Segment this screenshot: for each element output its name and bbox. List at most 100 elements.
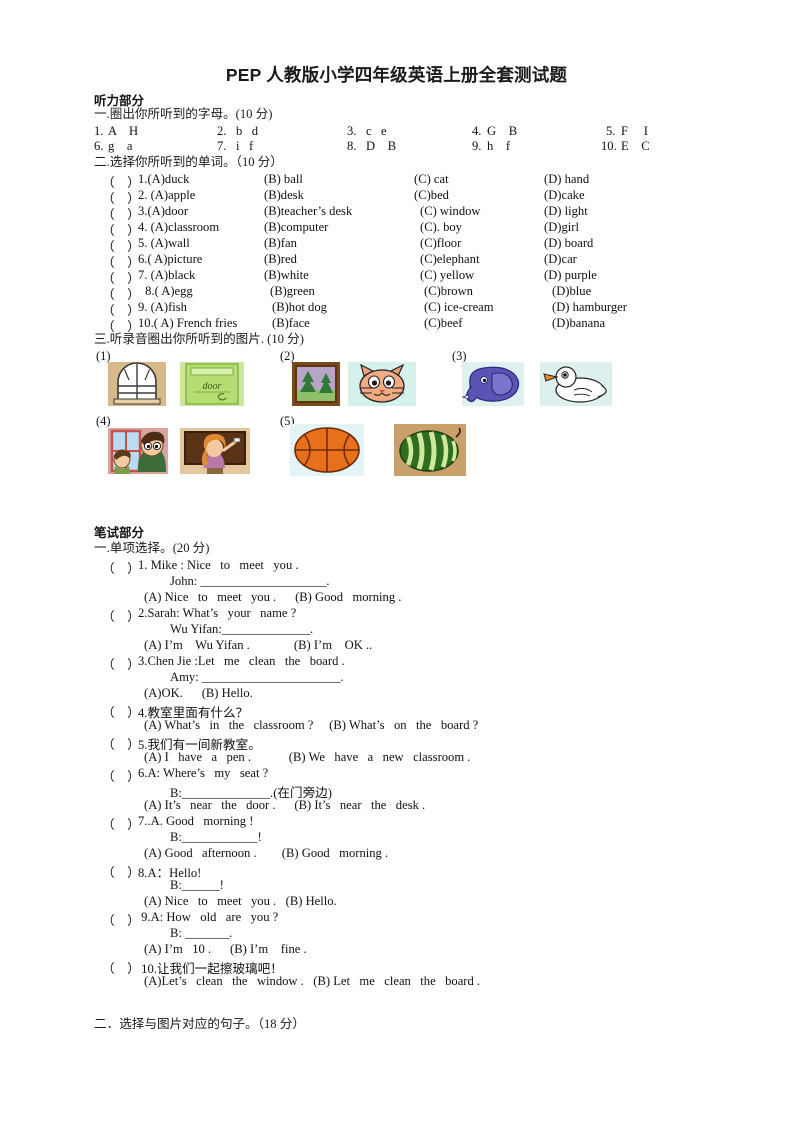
opt-b-5[interactable]: (B)fan — [264, 236, 297, 251]
written-q2-prompt: 二．选择与图片对应的句子。（18 分） — [94, 1017, 305, 1031]
svg-text:door: door — [203, 381, 222, 392]
opt-b-1[interactable]: (B) ball — [264, 172, 303, 187]
opt-b-7[interactable]: (B)white — [264, 268, 309, 283]
opt-d-6[interactable]: (D)car — [544, 252, 577, 267]
opt-c-9[interactable]: (C) ice-cream — [424, 300, 494, 315]
opt-b-2[interactable]: (B)desk — [264, 188, 304, 203]
opt-d-8[interactable]: (D)blue — [552, 284, 591, 299]
letter-item-8-choices[interactable]: D B — [366, 139, 396, 154]
letter-item-3-num[interactable]: 3. — [347, 124, 356, 139]
opt-d-2[interactable]: (D)cake — [544, 188, 585, 203]
letter-item-6-choices[interactable]: g a — [108, 139, 132, 154]
letter-item-2-choices[interactable]: b d — [236, 124, 258, 139]
opt-c-2[interactable]: (C)bed — [414, 188, 449, 203]
letter-item-3-choices[interactable]: c e — [366, 124, 387, 139]
elephant-icon[interactable] — [462, 362, 524, 406]
letter-item-5-choices[interactable]: F I — [621, 124, 648, 139]
written-item-8-opts[interactable]: (A) Nice to meet you . (B) Hello. — [144, 894, 337, 909]
opt-b-6[interactable]: (B)red — [264, 252, 297, 267]
written-item-1-stem: 1. Mike : Nice to meet you . — [138, 558, 299, 572]
opt-c-3[interactable]: (C) window — [420, 204, 481, 219]
letter-item-7-choices[interactable]: i f — [236, 139, 253, 154]
listening-q1-prompt: 一.圈出你所听到的字母。(10 分) — [94, 107, 273, 121]
letter-item-8-num[interactable]: 8. — [347, 139, 356, 154]
written-item-8-stem2[interactable]: B:______! — [170, 878, 224, 893]
written-item-9-stem2[interactable]: B: _______. — [170, 926, 232, 941]
opt-a-5[interactable]: 5. (A)wall — [138, 236, 190, 251]
opt-d-9[interactable]: (D) hamburger — [552, 300, 627, 315]
opt-a-9[interactable]: 9. (A)fish — [138, 300, 187, 315]
opt-c-10[interactable]: (C)beef — [424, 316, 462, 331]
opt-c-5[interactable]: (C)floor — [420, 236, 461, 251]
opt-b-9[interactable]: (B)hot dog — [272, 300, 327, 315]
written-item-10-opts[interactable]: (A)Let’s clean the window . (B) Let me c… — [144, 974, 480, 989]
written-item-7-stem2[interactable]: B:____________! — [170, 830, 262, 845]
cat-face-icon[interactable] — [348, 362, 416, 406]
opt-b-4[interactable]: (B)computer — [264, 220, 328, 235]
written-item-2-opts[interactable]: (A) I’m Wu Yifan . (B) I’m OK .. — [144, 638, 372, 653]
boy-looking-out-window-icon[interactable] — [108, 428, 168, 474]
opt-d-3[interactable]: (D) light — [544, 204, 588, 219]
opt-d-10[interactable]: (D)banana — [552, 316, 605, 331]
letter-item-4-choices[interactable]: G B — [487, 124, 517, 139]
written-item-2-stem2[interactable]: Wu Yifan:______________. — [170, 622, 313, 637]
listening-q3-prompt: 三.听录音圈出你所听到的图片. (10 分) — [94, 332, 304, 346]
opt-c-6[interactable]: (C)elephant — [420, 252, 479, 267]
watermelon-icon[interactable] — [394, 424, 466, 476]
written-item-1-stem2[interactable]: John: ____________________. — [170, 574, 330, 589]
letter-item-9-num[interactable]: 9. — [472, 139, 481, 154]
opt-b-3[interactable]: (B)teacher’s desk — [264, 204, 352, 219]
written-item-4-opts[interactable]: (A) What’s in the classroom ? (B) What’s… — [144, 718, 478, 733]
opt-d-1[interactable]: (D) hand — [544, 172, 589, 187]
letter-item-9-choices[interactable]: h f — [487, 139, 510, 154]
opt-c-1[interactable]: (C) cat — [414, 172, 449, 187]
letter-item-1-choices[interactable]: A H — [108, 124, 138, 139]
letter-item-5-num[interactable]: 5. — [606, 124, 615, 139]
written-item-9-opts[interactable]: (A) I’m 10 . (B) I’m fine . — [144, 942, 307, 957]
written-item-7-stem: 7..A. Good morning ! — [138, 814, 254, 828]
opt-a-6[interactable]: 6.( A)picture — [138, 252, 202, 267]
letter-item-7-num[interactable]: 7. — [217, 139, 226, 154]
opt-a-4[interactable]: 4. (A)classroom — [138, 220, 219, 235]
written-item-3-stem: 3.Chen Jie :Let me clean the board . — [138, 654, 345, 668]
listening-q2-row-7: （ ） 7. (A)black (B)white (C) yellow (D) … — [94, 268, 734, 286]
opt-c-4[interactable]: (C). boy — [420, 220, 462, 235]
letter-item-2-num[interactable]: 2. — [217, 124, 226, 139]
written-item-5-opts[interactable]: (A) I have a pen . (B) We have a new cla… — [144, 750, 470, 765]
opt-c-7[interactable]: (C) yellow — [420, 268, 474, 283]
basketball-icon[interactable] — [290, 424, 364, 476]
picture-of-trees-icon[interactable] — [292, 362, 340, 406]
listening-q2-row-2: （ ） 2. (A)apple (B)desk (C)bed (D)cake — [94, 188, 734, 206]
listening-q2-row-4: （ ） 4. (A)classroom (B)computer (C). boy… — [94, 220, 734, 238]
opt-b-10[interactable]: (B)face — [272, 316, 310, 331]
letter-item-6-num[interactable]: 6. — [94, 139, 103, 154]
written-item-3-opts[interactable]: (A)OK. (B) Hello. — [144, 686, 253, 701]
opt-c-8[interactable]: (C)brown — [424, 284, 473, 299]
written-item-3-stem2[interactable]: Amy: ______________________. — [170, 670, 344, 685]
door-icon[interactable]: door — [180, 362, 244, 406]
opt-a-3[interactable]: 3.(A)door — [138, 204, 188, 219]
opt-a-10[interactable]: 10.( A) French fries — [138, 316, 237, 331]
letter-item-1-num[interactable]: 1. — [94, 124, 103, 139]
letter-item-10-choices[interactable]: E C — [621, 139, 650, 154]
window-icon[interactable] — [108, 362, 166, 406]
written-item-7-opts[interactable]: (A) Good afternoon . (B) Good morning . — [144, 846, 388, 861]
opt-a-7[interactable]: 7. (A)black — [138, 268, 195, 283]
listening-q2-prompt: 二.选择你所听到的单词。（10 分） — [94, 155, 283, 169]
listening-q2-row-5: （ ） 5. (A)wall (B)fan (C)floor (D) board — [94, 236, 734, 254]
opt-d-7[interactable]: (D) purple — [544, 268, 597, 283]
letter-item-10-num[interactable]: 10. — [601, 139, 617, 154]
listening-q2-row-1: （ ） 1.(A)duck (B) ball (C) cat (D) hand — [94, 172, 734, 190]
opt-a-8[interactable]: 8.( A)egg — [142, 284, 193, 299]
opt-d-5[interactable]: (D) board — [544, 236, 593, 251]
opt-a-1[interactable]: 1.(A)duck — [138, 172, 189, 187]
girl-at-blackboard-icon[interactable] — [180, 428, 250, 474]
written-q1-prompt: 一.单项选择。(20 分) — [94, 541, 210, 555]
written-item-1-opts[interactable]: (A) Nice to meet you . (B) Good morning … — [144, 590, 401, 605]
opt-a-2[interactable]: 2. (A)apple — [138, 188, 195, 203]
opt-b-8[interactable]: (B)green — [270, 284, 315, 299]
written-item-6-opts[interactable]: (A) It’s near the door . (B) It’s near t… — [144, 798, 425, 813]
opt-d-4[interactable]: (D)girl — [544, 220, 579, 235]
letter-item-4-num[interactable]: 4. — [472, 124, 481, 139]
duck-icon[interactable] — [540, 362, 612, 406]
